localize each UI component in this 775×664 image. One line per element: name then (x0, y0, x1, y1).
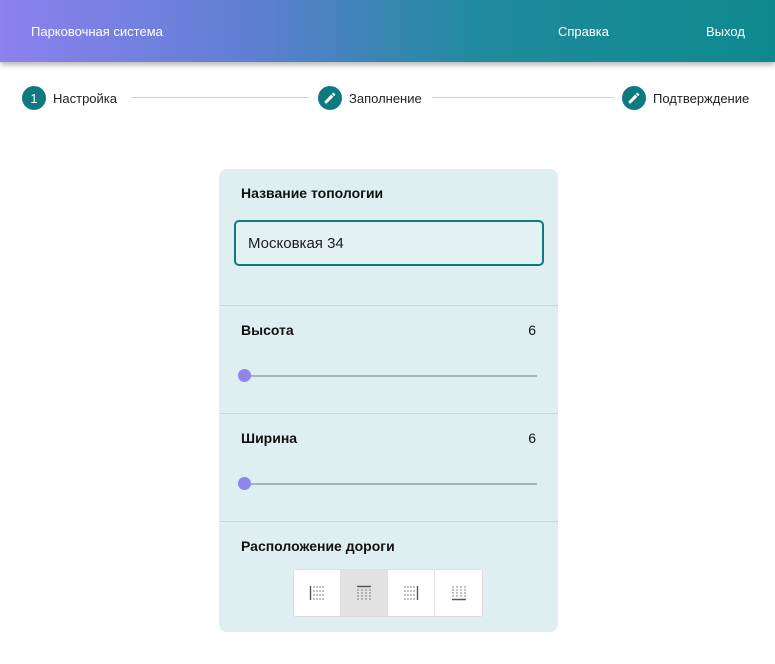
pencil-icon (318, 86, 342, 110)
road-left-icon (309, 586, 324, 600)
road-left-button[interactable] (294, 570, 341, 616)
slider-thumb[interactable] (238, 369, 251, 382)
step-fill[interactable]: Заполнение (318, 86, 422, 110)
app-header: Парковочная система Справка Выход (0, 0, 775, 62)
app-title: Парковочная система (31, 24, 163, 39)
step-setup[interactable]: 1 Настройка (22, 86, 117, 110)
slider-thumb[interactable] (238, 477, 251, 490)
road-position-toggle-group (293, 569, 483, 617)
road-bottom-button[interactable] (435, 570, 482, 616)
pencil-icon (622, 86, 646, 110)
slider-track (241, 375, 537, 377)
road-top-icon (357, 585, 371, 600)
section-divider (219, 413, 558, 414)
step-connector (131, 97, 309, 98)
stepper: 1 Настройка Заполнение Подтверждение (0, 84, 775, 112)
height-label: Высота (241, 322, 294, 338)
topology-name-label: Название топологии (241, 185, 384, 201)
height-value: 6 (528, 322, 536, 338)
width-slider[interactable] (238, 477, 537, 491)
logout-link[interactable]: Выход (706, 24, 745, 39)
help-link[interactable]: Справка (558, 24, 609, 39)
section-divider (219, 521, 558, 522)
road-right-icon (404, 586, 419, 600)
step-label: Настройка (53, 90, 117, 106)
step-number-badge: 1 (22, 86, 46, 110)
road-right-button[interactable] (388, 570, 435, 616)
height-slider[interactable] (238, 369, 537, 383)
width-value: 6 (528, 430, 536, 446)
topology-settings-card: Название топологии Высота 6 Ширина 6 Рас… (219, 169, 558, 632)
step-label: Подтверждение (653, 90, 750, 106)
road-top-button[interactable] (341, 570, 388, 616)
step-label: Заполнение (349, 90, 422, 106)
road-bottom-icon (451, 586, 466, 601)
topology-name-input[interactable] (234, 220, 544, 266)
step-confirm[interactable]: Подтверждение (622, 86, 749, 110)
step-connector (432, 97, 614, 98)
section-divider (219, 305, 558, 306)
slider-track (241, 483, 537, 485)
width-label: Ширина (241, 430, 298, 446)
road-position-label: Расположение дороги (241, 538, 395, 554)
